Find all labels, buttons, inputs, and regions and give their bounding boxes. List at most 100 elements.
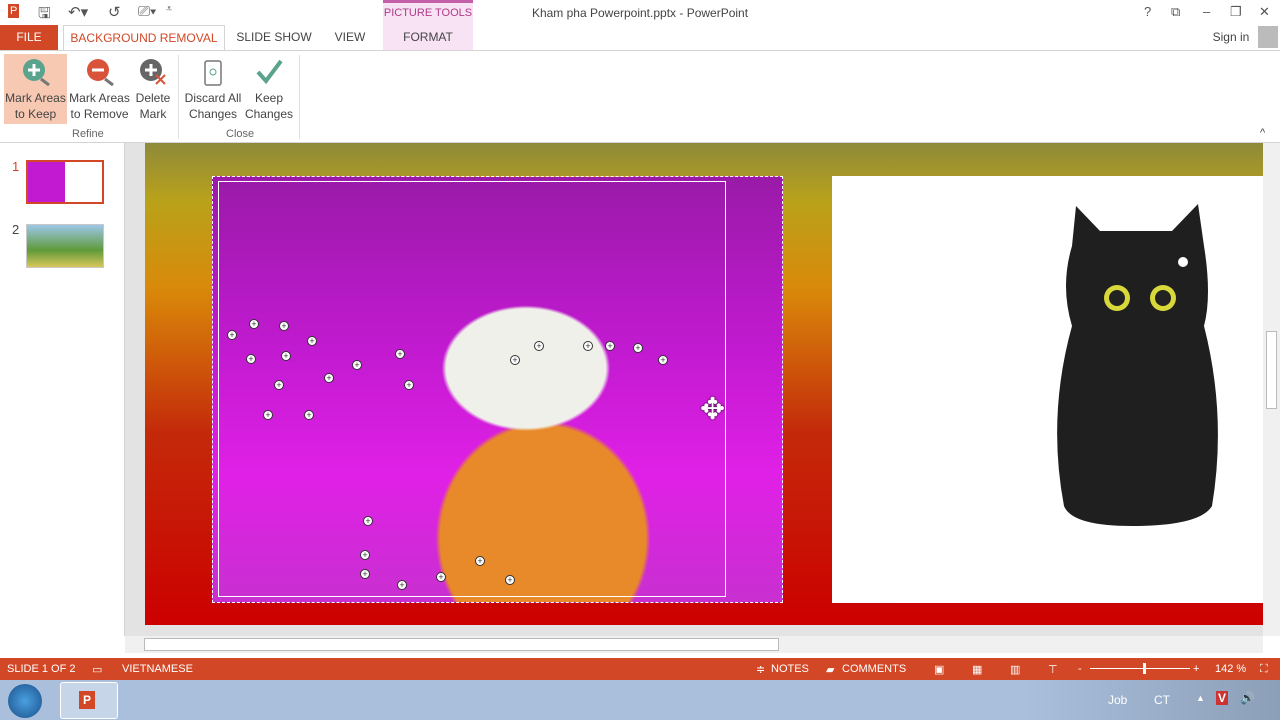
keep-mark-point[interactable]: + [274,380,284,390]
keep-mark-point[interactable]: + [534,341,544,351]
vertical-scrollbar[interactable] [1263,143,1280,636]
label: Discard All [184,91,242,105]
slide-indicator: SLIDE 1 OF 2 [7,663,76,675]
tab-file[interactable]: FILE [0,25,58,50]
keep-mark-point[interactable]: + [352,360,362,370]
keep-mark-point[interactable]: + [324,373,334,383]
label: Mark [139,107,167,121]
normal-view-icon[interactable]: ▣ [934,663,944,676]
minimize-button[interactable]: – [1203,4,1210,19]
trash-icon [182,54,244,90]
horizontal-scroll-thumb[interactable] [144,638,779,651]
collapse-ribbon-icon[interactable]: ^ [1260,127,1265,139]
keep-mark-point[interactable]: + [404,380,414,390]
label: Mark Areas [5,91,66,105]
taskbar: P Job CT ▲ V 🔊 [0,680,1280,720]
keep-mark-point[interactable]: + [363,516,373,526]
ribbon-display-button[interactable]: ⧉ [1171,4,1180,20]
label: Changes [244,107,294,121]
keep-mark-point[interactable]: + [633,343,643,353]
keep-changes-button[interactable]: Keep Changes [244,54,294,124]
mark-areas-to-keep-button[interactable]: Mark Areas to Keep [4,54,67,124]
slide-show-icon[interactable]: ⊤ [1048,663,1058,676]
spell-check-icon[interactable]: ▭ [92,663,102,676]
help-button[interactable]: ? [1144,4,1151,19]
maximize-button[interactable]: ❐ [1230,4,1242,20]
job-toolbar[interactable]: Job [1108,693,1127,707]
tab-slide-show[interactable]: SLIDE SHOW [232,25,316,50]
zoom-slider-thumb[interactable] [1143,663,1146,674]
mark-areas-to-remove-button[interactable]: Mark Areas to Remove [68,54,131,124]
zoom-slider[interactable] [1090,668,1190,669]
slide-sorter-icon[interactable]: ▦ [972,663,982,676]
group-divider [299,55,300,139]
delete-mark-button[interactable]: Delete Mark [132,54,174,124]
label: Mark Areas [69,91,130,105]
fit-slide-icon[interactable]: ⛶ [1260,663,1268,676]
comments-button[interactable]: COMMENTS [842,663,906,675]
minus-pencil-icon [68,54,131,90]
keep-mark-point[interactable]: + [263,410,273,420]
title-bar: P 🖫 ↶▾ ↺ ⎚▾ ⩡ Kham pha Powerpoint.pptx -… [0,0,1280,25]
start-button[interactable] [8,684,42,718]
zoom-in-button[interactable]: + [1193,663,1199,675]
slide-thumbnail-2[interactable] [26,224,104,268]
keep-mark-point[interactable]: + [395,349,405,359]
label: to Keep [14,107,57,121]
user-avatar[interactable] [1258,26,1278,48]
keep-mark-point[interactable]: + [605,341,615,351]
tab-view[interactable]: VIEW [328,25,372,50]
keep-mark-point[interactable]: + [583,341,593,351]
label: Keep [254,91,284,105]
keep-mark-point[interactable]: + [227,330,237,340]
antivirus-icon[interactable]: V [1216,691,1229,705]
selection-frame [218,181,726,597]
keep-mark-point[interactable]: + [307,336,317,346]
keep-mark-point[interactable]: + [658,355,668,365]
discard-all-changes-button[interactable]: Discard All Changes [182,54,244,124]
tab-background-removal[interactable]: BACKGROUND REMOVAL [63,25,225,51]
move-cursor-icon: ✥ [700,393,726,426]
close-button[interactable]: ✕ [1259,4,1270,20]
close-group-label: Close [226,128,255,140]
status-bar: SLIDE 1 OF 2 ▭ VIETNAMESE ≑ NOTES ▰ COMM… [0,658,1280,680]
keep-mark-point[interactable]: + [304,410,314,420]
notes-button[interactable]: NOTES [771,663,809,675]
window-title: Kham pha Powerpoint.pptx - PowerPoint [531,6,749,20]
keep-mark-point[interactable]: + [510,355,520,365]
cat-picture[interactable] [832,176,1263,603]
picture-tools-label: PICTURE TOOLS [383,7,473,19]
label: to Remove [70,107,129,121]
tab-format[interactable]: FORMAT [383,25,473,50]
keep-mark-point[interactable]: + [249,319,259,329]
keep-mark-point[interactable]: + [505,575,515,585]
keep-mark-point[interactable]: + [360,550,370,560]
keep-mark-point[interactable]: + [360,569,370,579]
keep-mark-point[interactable]: + [436,572,446,582]
keep-mark-point[interactable]: + [279,321,289,331]
horizontal-scrollbar[interactable] [125,636,1263,653]
zoom-level[interactable]: 142 % [1215,663,1246,675]
keep-mark-point[interactable]: + [281,351,291,361]
slide-thumbnail-1[interactable] [26,160,104,204]
keep-mark-point[interactable]: + [397,580,407,590]
zoom-out-button[interactable]: - [1078,663,1082,675]
keep-mark-point[interactable]: + [475,556,485,566]
volume-icon[interactable]: 🔊 [1240,691,1255,705]
ribbon-tabs: FILE BACKGROUND REMOVAL SLIDE SHOW VIEW … [0,25,1280,51]
group-divider [178,55,179,139]
reading-view-icon[interactable]: ▥ [1010,663,1020,676]
vertical-scroll-thumb[interactable] [1266,331,1277,409]
taskbar-powerpoint[interactable]: P [60,682,118,719]
comments-icon: ▰ [826,664,835,676]
language-indicator[interactable]: VIETNAMESE [122,663,193,675]
show-hidden-icons[interactable]: ▲ [1196,693,1205,703]
keep-mark-point[interactable]: + [246,354,256,364]
label: Changes [188,107,238,121]
cat-illustration [1057,204,1218,526]
ribbon: Mark Areas to Keep Mark Areas to Remove De… [0,50,1280,143]
ct-toolbar[interactable]: CT [1154,693,1170,707]
delete-mark-icon [132,54,174,90]
sign-in-link[interactable]: Sign in [1206,25,1256,50]
slide-number: 2 [12,222,20,237]
